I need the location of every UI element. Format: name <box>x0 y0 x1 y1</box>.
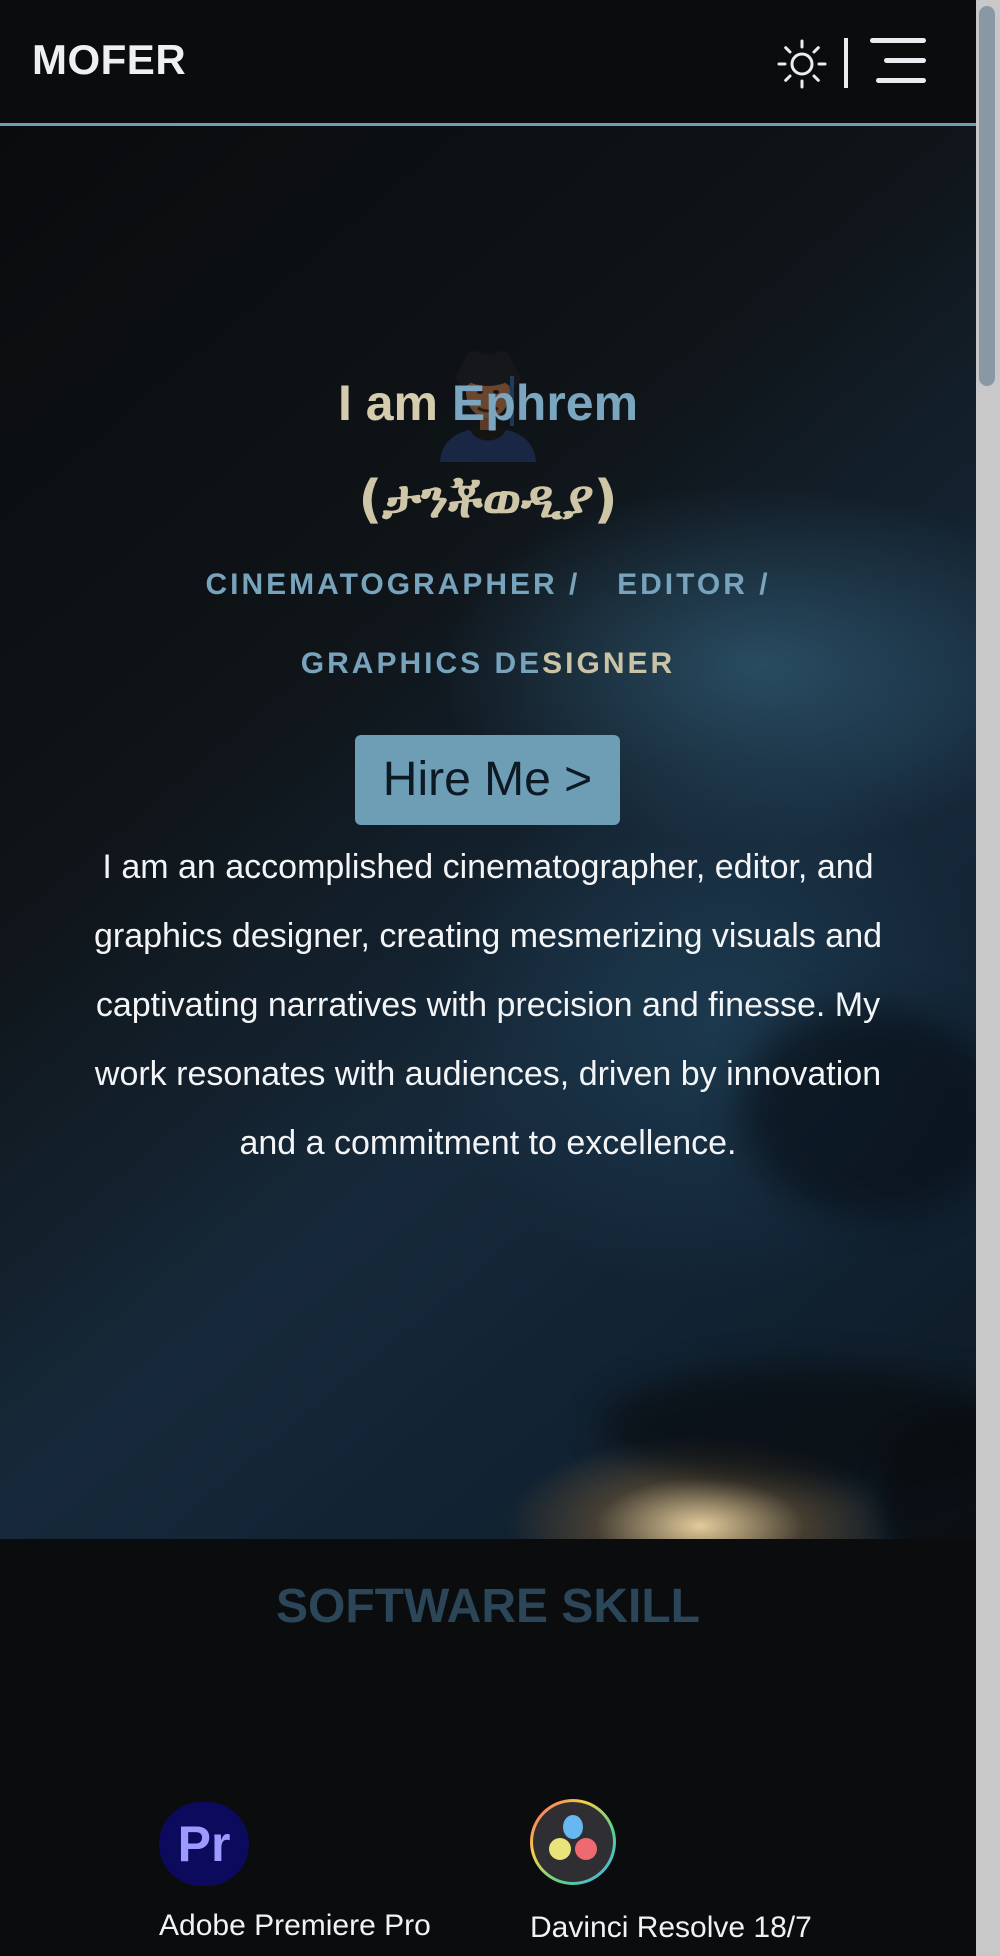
skill-label-premiere: Adobe Premiere Pro <box>159 1909 431 1942</box>
intro-prefix: I am <box>337 375 452 431</box>
davinci-resolve-icon <box>530 1799 616 1885</box>
amharic-name: (ታንቾወዲያ) <box>358 470 618 530</box>
roles-line-2: GRAPHICS DESIGNER <box>0 647 976 681</box>
nav-divider <box>844 38 848 88</box>
hero-intro: I am Ephrem <box>0 374 976 432</box>
role-editor: EDITOR / <box>617 568 771 601</box>
premiere-pro-icon: Pr <box>159 1802 249 1886</box>
software-skills-section: SOFTWARE SKILL Pr Adobe Premiere Pro Dav… <box>0 1539 976 1956</box>
sun-icon <box>777 39 827 89</box>
role-graphics-b: SIGNER <box>542 647 676 680</box>
page: MOFER I am Ephrem (ታንቾወዲያ) CINEMATOGRAPH… <box>0 0 1000 1956</box>
menu-icon <box>870 38 926 43</box>
premiere-pro-icon-text: Pr <box>177 1816 231 1872</box>
roles-line-1: CINEMATOGRAPHER / EDITOR / <box>0 568 976 602</box>
hire-me-button[interactable]: Hire Me > <box>355 735 620 825</box>
viewport: MOFER I am Ephrem (ታንቾወዲያ) CINEMATOGRAPH… <box>0 0 976 1956</box>
role-cinematographer: CINEMATOGRAPHER / <box>205 568 581 601</box>
intro-name: Ephrem <box>451 375 639 431</box>
scrollbar-thumb[interactable] <box>979 6 995 386</box>
menu-button[interactable] <box>870 38 926 84</box>
theme-toggle-button[interactable] <box>776 38 828 90</box>
scrollbar-track[interactable] <box>976 0 1000 1956</box>
navbar: MOFER <box>0 0 976 126</box>
hero-bio: I am an accomplished cinematographer, ed… <box>93 848 883 1162</box>
hero-section: I am Ephrem (ታንቾወዲያ) CINEMATOGRAPHER / E… <box>0 126 976 1539</box>
role-graphics-a: GRAPHICS DE <box>300 647 543 680</box>
brand-logo[interactable]: MOFER <box>32 36 186 84</box>
skills-title: SOFTWARE SKILL <box>276 1580 700 1633</box>
skill-label-davinci: Davinci Resolve 18/7 <box>530 1911 812 1944</box>
